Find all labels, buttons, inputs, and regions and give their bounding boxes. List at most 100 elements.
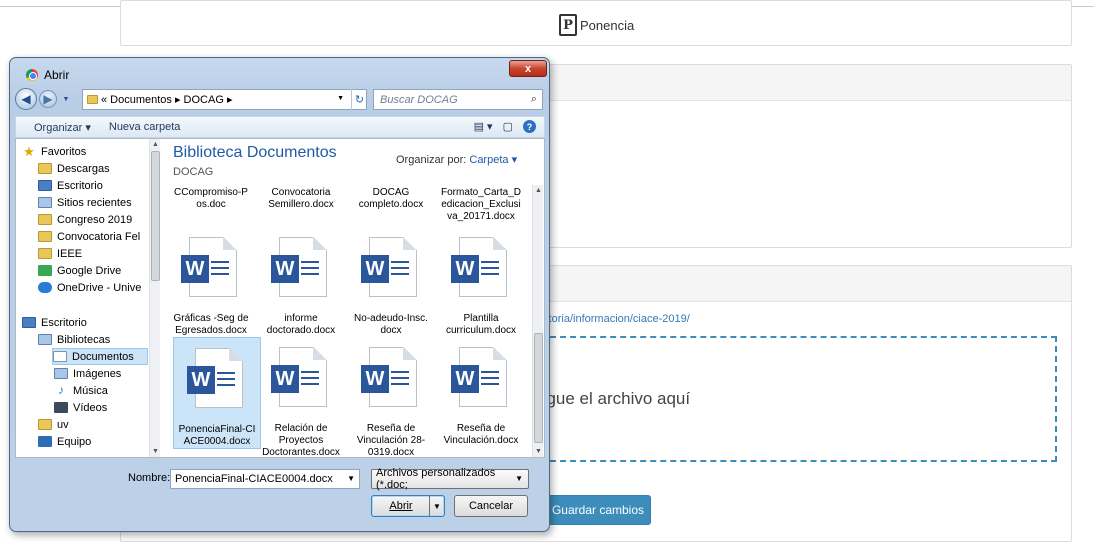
view-mode-icon[interactable]: ▤ ▾ [474, 120, 493, 133]
word-document-icon: W [361, 237, 421, 299]
tree-item-computer[interactable]: Equipo [38, 433, 91, 450]
dropzone-text: egue el archivo aquí [537, 389, 691, 408]
scroll-thumb[interactable] [534, 333, 543, 443]
library-pane: Biblioteca Documentos DOCAG Organizar po… [164, 139, 544, 457]
dialog-body: ★ Favoritos Descargas Escritorio Sitios r… [15, 138, 545, 458]
file-item[interactable]: W Reseña de Vinculación 28-0319.docx [347, 347, 435, 457]
tree-item-onedrive[interactable]: OneDrive - Unive [38, 279, 141, 296]
chevron-down-icon[interactable]: ▼ [347, 474, 355, 483]
folder-icon [38, 419, 52, 430]
save-button[interactable]: Guardar cambios [545, 495, 651, 525]
file-item[interactable]: W No-adeudo-Insc. docx [347, 237, 435, 337]
filename-value: PonenciaFinal-CIACE0004.docx [175, 473, 333, 485]
word-document-icon: W [361, 347, 421, 409]
address-bar[interactable]: « Documentos ▸ DOCAG ▸ ▼ [82, 89, 367, 110]
tree-item-google-drive[interactable]: Google Drive [38, 262, 121, 279]
tree-scrollbar[interactable]: ▲ ▼ [149, 139, 160, 457]
tree-item-desktop[interactable]: Escritorio [38, 177, 103, 194]
navigation-tree: ★ Favoritos Descargas Escritorio Sitios r… [16, 139, 152, 457]
file-item[interactable]: W Plantilla curriculum.docx [437, 237, 525, 337]
word-document-icon: W [451, 347, 511, 409]
close-button[interactable]: x [509, 60, 547, 77]
tree-item-videos[interactable]: Vídeos [54, 399, 107, 416]
ponencia-icon: P [559, 14, 577, 36]
address-dropdown-icon[interactable]: ▼ [337, 95, 344, 102]
filename-field[interactable]: PonenciaFinal-CIACE0004.docx ▼ [170, 469, 360, 489]
file-item[interactable]: Convocatoria Semillero.docx [257, 187, 345, 211]
tree-item-favorites[interactable]: ★ Favoritos [22, 143, 86, 160]
navigation-bar: ◀ ▶ ▼ « Documentos ▸ DOCAG ▸ ▼ ↻ Buscar … [15, 88, 545, 112]
tree-item-documents[interactable]: Documentos [52, 348, 148, 365]
word-document-icon: W [271, 347, 331, 409]
tree-item-ieee[interactable]: IEEE [38, 245, 82, 262]
open-split-dropdown-icon[interactable]: ▼ [429, 496, 444, 516]
scroll-down-icon[interactable]: ▼ [535, 448, 542, 455]
back-arrow-icon[interactable]: ◀ [15, 88, 37, 110]
tree-item-convocatoria[interactable]: Convocatoria Fel [38, 228, 140, 245]
search-icon: ⌕ [530, 93, 537, 105]
forward-arrow-icon[interactable]: ▶ [39, 90, 57, 108]
dialog-toolbar: Organizar ▾ Nueva carpeta ▤ ▾ ▢ ? [15, 116, 545, 138]
scroll-up-icon[interactable]: ▲ [152, 141, 159, 148]
star-icon: ★ [23, 144, 35, 159]
search-placeholder: Buscar DOCAG [380, 93, 458, 106]
dialog-title-bar: Abrir [26, 68, 69, 82]
library-icon [38, 334, 52, 345]
folder-icon [87, 95, 98, 104]
tree-item-downloads[interactable]: Descargas [38, 160, 110, 177]
file-item[interactable]: W informe doctorado.docx [257, 237, 345, 337]
tree-item-desktop-root[interactable]: Escritorio [22, 314, 87, 331]
organize-by[interactable]: Organizar por: Carpeta ▾ [396, 153, 517, 166]
file-item[interactable]: W Gráficas -Seg de Egresados.docx [167, 237, 255, 337]
google-drive-icon [38, 265, 52, 276]
ponencia-label: Ponencia [580, 17, 635, 33]
chevron-down-icon[interactable]: ▼ [515, 474, 523, 483]
file-item[interactable]: W Reseña de Vinculación.docx [437, 347, 525, 447]
tree-item-images[interactable]: Imágenes [54, 365, 121, 382]
help-icon[interactable]: ? [523, 120, 536, 133]
search-input[interactable]: Buscar DOCAG ⌕ [373, 89, 543, 110]
file-item[interactable]: Formato_Carta_D edicacion_Exclusi va_201… [437, 187, 525, 223]
open-button-label: Abrir [389, 500, 413, 512]
recent-icon [38, 197, 52, 208]
refresh-icon[interactable]: ↻ [351, 89, 367, 110]
organize-menu[interactable]: Organizar ▾ [34, 121, 91, 134]
file-grid-scrollbar[interactable]: ▲ ▼ [532, 185, 543, 457]
video-icon [54, 402, 68, 413]
tree-item-music[interactable]: ♪ Música [54, 382, 108, 399]
file-type-select[interactable]: Archivos personalizados (*.doc; ▼ [371, 467, 529, 491]
open-file-dialog: Abrir x ◀ ▶ ▼ « Documentos ▸ DOCAG ▸ ▼ ↻… [9, 57, 550, 532]
word-document-icon: W [181, 237, 241, 299]
info-link[interactable]: ditoria/informacion/ciace-2019/ [540, 313, 690, 325]
new-folder-button[interactable]: Nueva carpeta [109, 121, 181, 133]
desktop-icon [38, 180, 52, 191]
scroll-thumb[interactable] [151, 151, 160, 281]
cancel-button[interactable]: Cancelar [454, 495, 528, 517]
file-grid: CCompromiso-P os.doc Convocatoria Semill… [164, 185, 532, 457]
file-item[interactable]: CCompromiso-P os.doc [167, 187, 255, 211]
tree-item-recent[interactable]: Sitios recientes [38, 194, 132, 211]
onedrive-icon [38, 282, 52, 293]
file-item-selected[interactable]: W PonenciaFinal-CI ACE0004.docx [173, 337, 261, 449]
file-item[interactable]: W Relación de Proyectos Doctorantes.docx [257, 347, 345, 457]
images-icon [54, 368, 68, 379]
file-item[interactable]: DOCAG completo.docx [347, 187, 435, 211]
word-document-icon: W [271, 237, 331, 299]
tree-item-uv[interactable]: uv [38, 416, 69, 433]
word-document-icon: W [451, 237, 511, 299]
view-controls: ▤ ▾ ▢ ? [474, 120, 536, 133]
tree-item-congreso[interactable]: Congreso 2019 [38, 211, 132, 228]
library-subtitle: DOCAG [173, 166, 214, 178]
history-dropdown-icon[interactable]: ▼ [60, 93, 72, 105]
tree-item-libraries[interactable]: Bibliotecas [38, 331, 110, 348]
organize-by-value[interactable]: Carpeta ▾ [469, 154, 517, 166]
chrome-icon [26, 69, 38, 81]
open-button[interactable]: Abrir ▼ [371, 495, 445, 517]
scroll-down-icon[interactable]: ▼ [152, 448, 159, 455]
scroll-up-icon[interactable]: ▲ [535, 187, 542, 194]
computer-icon [38, 436, 52, 447]
breadcrumb: « Documentos ▸ DOCAG ▸ [101, 94, 233, 106]
preview-pane-icon[interactable]: ▢ [503, 120, 513, 133]
filename-label: Nombre: [128, 472, 171, 484]
ponencia-header: P Ponencia [559, 14, 634, 36]
